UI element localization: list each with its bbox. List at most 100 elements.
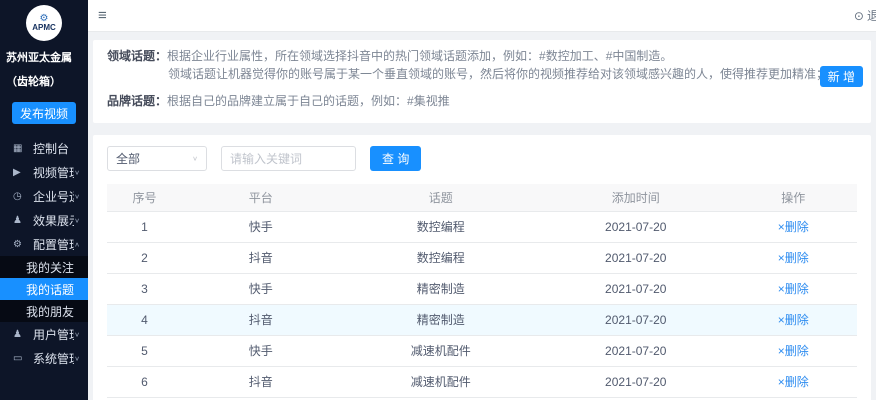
table-cell: 2021-07-20 bbox=[542, 335, 730, 366]
sidebar-item-label: 配置管理 bbox=[33, 236, 74, 253]
topbar-right: ⊙ 退 bbox=[854, 7, 876, 24]
sidebar-item-user-management[interactable]: ♟ 用户管理 ∨ bbox=[0, 322, 88, 346]
topic-table-card: 全部 ∨ 查 询 序号 平台 话题 添加时间 操作 bbox=[93, 135, 871, 400]
table-cell: 减速机配件 bbox=[340, 335, 543, 366]
delete-link[interactable]: ×删除 bbox=[778, 282, 809, 296]
sidebar-item-label: 控制台 bbox=[33, 140, 80, 157]
table-header-row: 序号 平台 话题 添加时间 操作 bbox=[107, 184, 857, 211]
sidebar-item-my-follows[interactable]: 我的关注 bbox=[0, 256, 88, 278]
video-icon: ▶ bbox=[13, 167, 28, 178]
sidebar-item-enterprise-operation[interactable]: ◷ 企业号运营 ∨ bbox=[0, 184, 88, 208]
sidebar-item-label: 我的关注 bbox=[26, 259, 80, 276]
sidebar-item-label: 企业号运营 bbox=[33, 188, 74, 205]
person-icon: ♟ bbox=[13, 215, 28, 226]
gear-icon: ⚙ bbox=[13, 239, 28, 250]
content-scroll-area: 领域话题：根据企业行业属性，所在领域选择抖音中的热门领域话题添加，例如：#数控加… bbox=[88, 32, 876, 400]
chevron-down-icon: ∨ bbox=[74, 193, 80, 200]
table-row: 6抖音减速机配件2021-07-20×删除 bbox=[107, 366, 857, 397]
table-row: 2抖音数控编程2021-07-20×删除 bbox=[107, 242, 857, 273]
tip-label: 品牌话题： bbox=[107, 94, 167, 108]
sidebar-item-my-friends[interactable]: 我的朋友 bbox=[0, 300, 88, 322]
delete-link[interactable]: ×删除 bbox=[778, 313, 809, 327]
table-cell: 抖音 bbox=[182, 304, 340, 335]
person-icon: ♟ bbox=[13, 329, 28, 340]
table-cell: 1 bbox=[107, 211, 182, 242]
table-cell: 快手 bbox=[182, 211, 340, 242]
keyword-search-input[interactable] bbox=[221, 146, 356, 171]
logout-icon[interactable]: ⊙ bbox=[854, 9, 864, 23]
delete-link[interactable]: ×删除 bbox=[778, 251, 809, 265]
dashboard-icon: ▦ bbox=[13, 143, 28, 154]
monitor-icon: ▭ bbox=[13, 353, 28, 364]
tip-text: 领域话题让机器觉得你的账号属于某一个垂直领域的账号，然后将你的视频推荐给对该领域… bbox=[168, 67, 828, 81]
table-cell: 4 bbox=[107, 304, 182, 335]
column-header-topic: 话题 bbox=[340, 184, 543, 211]
table-cell: 精密制造 bbox=[340, 304, 543, 335]
logo-wrap: ⚙ APMC bbox=[0, 0, 88, 41]
table-cell: 减速机配件 bbox=[340, 366, 543, 397]
table-cell: 2021-07-20 bbox=[542, 304, 730, 335]
table-row: 5快手减速机配件2021-07-20 ×删除 bbox=[107, 335, 857, 366]
column-header-platform: 平台 bbox=[182, 184, 340, 211]
topbar: ≡ ⊙ 退 bbox=[88, 0, 876, 32]
sidebar-item-label: 效果展示 bbox=[33, 212, 74, 229]
table-cell: 数控编程 bbox=[340, 242, 543, 273]
sidebar-item-system-management[interactable]: ▭ 系统管理 ∨ bbox=[0, 346, 88, 370]
collapse-menu-icon[interactable]: ≡ bbox=[98, 7, 107, 24]
delete-link[interactable]: ×删除 bbox=[778, 375, 809, 389]
table-cell: 2021-07-20 bbox=[542, 242, 730, 273]
column-header-seq: 序号 bbox=[107, 184, 182, 211]
company-logo: ⚙ APMC bbox=[26, 5, 62, 41]
sidebar-item-label: 我的朋友 bbox=[26, 303, 80, 320]
add-topic-button[interactable]: 新 增 bbox=[820, 66, 863, 87]
table-cell-actions: ×删除 bbox=[730, 304, 858, 335]
sidebar-item-label: 系统管理 bbox=[33, 350, 74, 367]
chevron-down-icon: ∨ bbox=[74, 217, 80, 224]
column-header-actions: 操作 bbox=[730, 184, 858, 211]
chevron-down-icon: ∨ bbox=[192, 155, 198, 162]
tip-label: 领域话题： bbox=[107, 49, 167, 63]
column-header-date: 添加时间 bbox=[542, 184, 730, 211]
table-cell-actions: ×删除 bbox=[730, 366, 858, 397]
config-submenu: 我的关注 我的话题 我的朋友 bbox=[0, 256, 88, 322]
filter-row: 全部 ∨ 查 询 bbox=[107, 146, 857, 171]
company-title: 苏州亚太金属（齿轮箱） bbox=[0, 41, 88, 100]
topic-table: 序号 平台 话题 添加时间 操作 1快手数控编程2021-07-20×删除2抖音… bbox=[107, 184, 857, 400]
sidebar-item-label: 视频管理 bbox=[33, 164, 74, 181]
topic-tips-card: 领域话题：根据企业行业属性，所在领域选择抖音中的热门领域话题添加，例如：#数控加… bbox=[93, 40, 871, 123]
logout-label[interactable]: 退 bbox=[867, 7, 876, 24]
sidebar-item-config-management[interactable]: ⚙ 配置管理 ∧ bbox=[0, 232, 88, 256]
platform-select[interactable]: 全部 ∨ bbox=[107, 146, 207, 171]
table-cell-actions: ×删除 bbox=[730, 242, 858, 273]
table-cell: 精密制造 bbox=[340, 273, 543, 304]
table-cell: 抖音 bbox=[182, 366, 340, 397]
sidebar-menu: ▦ 控制台 ▶ 视频管理 ∨ ◷ 企业号运营 ∨ ♟ 效果展示 ∨ ⚙ 配置管理… bbox=[0, 136, 88, 400]
table-cell: 3 bbox=[107, 273, 182, 304]
clock-icon: ◷ bbox=[13, 191, 28, 202]
platform-select-value: 全部 bbox=[116, 150, 140, 167]
table-row: 3快手精密制造2021-07-20×删除 bbox=[107, 273, 857, 304]
publish-video-button[interactable]: 发布视频 bbox=[12, 102, 76, 124]
sidebar-item-label: 我的话题 bbox=[26, 281, 80, 298]
table-cell: 抖音 bbox=[182, 242, 340, 273]
tip-line-domain-2: 领域话题让机器觉得你的账号属于某一个垂直领域的账号，然后将你的视频推荐给对该领域… bbox=[107, 67, 857, 82]
table-cell: 快手 bbox=[182, 335, 340, 366]
delete-link[interactable]: ×删除 bbox=[778, 220, 809, 234]
sidebar: ⚙ APMC 苏州亚太金属（齿轮箱） 发布视频 ▦ 控制台 ▶ 视频管理 ∨ ◷… bbox=[0, 0, 88, 400]
chevron-up-icon: ∧ bbox=[74, 241, 80, 248]
topic-table-body: 1快手数控编程2021-07-20×删除2抖音数控编程2021-07-20×删除… bbox=[107, 211, 857, 400]
table-row: 1快手数控编程2021-07-20×删除 bbox=[107, 211, 857, 242]
sidebar-item-my-topics[interactable]: 我的话题 bbox=[0, 278, 88, 300]
table-cell: 2021-07-20 bbox=[542, 366, 730, 397]
table-cell: 2021-07-20 bbox=[542, 273, 730, 304]
main-area: ≡ ⊙ 退 领域话题：根据企业行业属性，所在领域选择抖音中的热门领域话题添加，例… bbox=[88, 0, 876, 400]
sidebar-item-video-management[interactable]: ▶ 视频管理 ∨ bbox=[0, 160, 88, 184]
delete-link[interactable]: ×删除 bbox=[778, 344, 809, 358]
query-button[interactable]: 查 询 bbox=[370, 146, 421, 171]
tip-text: 根据自己的品牌建立属于自己的话题，例如：#集视推 bbox=[167, 94, 450, 108]
table-cell: 5 bbox=[107, 335, 182, 366]
sidebar-item-effect-display[interactable]: ♟ 效果展示 ∨ bbox=[0, 208, 88, 232]
sidebar-item-console[interactable]: ▦ 控制台 bbox=[0, 136, 88, 160]
tip-text: 根据企业行业属性，所在领域选择抖音中的热门领域话题添加，例如：#数控加工、#中国… bbox=[167, 49, 672, 63]
sidebar-item-label: 用户管理 bbox=[33, 326, 74, 343]
